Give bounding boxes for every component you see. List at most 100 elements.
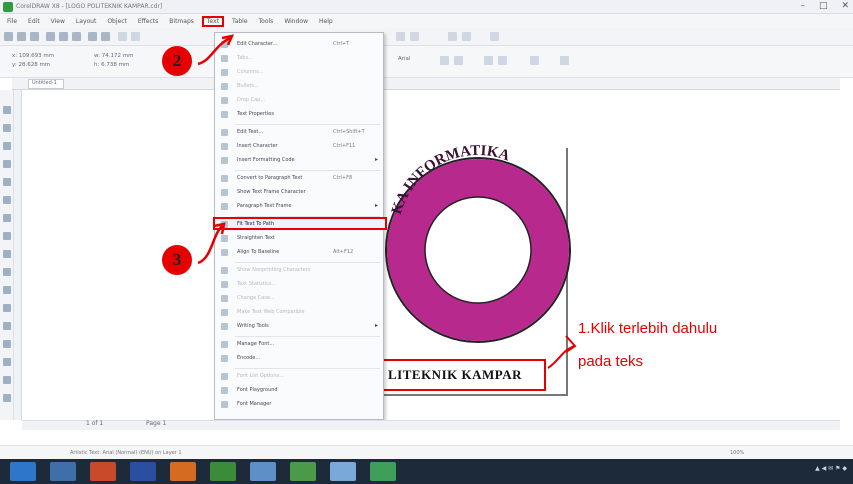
start-button-icon[interactable] (10, 462, 36, 481)
italic-icon[interactable] (454, 56, 463, 65)
copy-icon[interactable] (72, 32, 81, 41)
menu-item-fit-text-to-path[interactable]: Fit Text To Path (213, 217, 387, 230)
freehand-tool-icon[interactable] (3, 178, 11, 186)
zoom-level-icon[interactable] (410, 32, 419, 41)
menu-file[interactable]: File (4, 18, 20, 25)
options-icon[interactable] (448, 32, 457, 41)
menu-text[interactable]: Text (201, 15, 225, 27)
word-icon[interactable] (130, 462, 156, 481)
window-controls: – □ ✕ (800, 1, 849, 11)
menu-item-label: Insert Character (237, 143, 278, 149)
excel-icon[interactable] (210, 462, 236, 481)
menu-effects[interactable]: Effects (135, 18, 161, 25)
text-direction-icon[interactable] (560, 56, 569, 65)
text-menu-item[interactable]: Insert Character Ctrl+F11 (215, 141, 385, 151)
menu-help[interactable]: Help (316, 18, 336, 25)
y-position-field[interactable]: y: 28.628 mm (12, 62, 50, 69)
text-menu-item[interactable]: Text Properties (215, 109, 385, 119)
maximize-button[interactable]: □ (819, 1, 828, 11)
character-format-icon[interactable] (498, 56, 507, 65)
open-icon[interactable] (17, 32, 26, 41)
color-eyedropper-tool-icon[interactable] (3, 358, 11, 366)
status-bar: Artistic Text: Arial (Normal) (ENU) on L… (0, 445, 853, 459)
horizontal-ruler (12, 78, 840, 90)
parallel-dimension-tool-icon[interactable] (3, 286, 11, 294)
text-menu-item[interactable]: Writing Tools ▸ (215, 321, 385, 331)
zoom-tool-icon[interactable] (3, 160, 11, 168)
pick-tool-icon[interactable] (3, 106, 11, 114)
snap-to-icon[interactable] (490, 32, 499, 41)
text-menu-item[interactable]: Edit Character... Ctrl+T (215, 39, 385, 49)
menu-item-label: Font Manager (237, 401, 272, 407)
height-field[interactable]: h: 6.738 mm (94, 62, 129, 69)
menu-item-icon (221, 249, 228, 256)
menu-item-label: Make Text Web Compatible (237, 309, 305, 315)
powerpoint-icon[interactable] (170, 462, 196, 481)
rectangle-tool-icon[interactable] (3, 214, 11, 222)
text-menu-item[interactable]: Manage Font... (215, 339, 385, 349)
smart-fill-tool-icon[interactable] (3, 394, 11, 402)
new-document-icon[interactable] (4, 32, 13, 41)
launch-icon[interactable] (462, 32, 471, 41)
windows-taskbar: ▲ ◀ ✉ ⚑ ◆ (0, 459, 853, 484)
menu-tools[interactable]: Tools (256, 18, 277, 25)
menu-item-icon (221, 281, 228, 288)
menu-item-label: Insert Formatting Code (237, 157, 295, 163)
bold-icon[interactable] (440, 56, 449, 65)
media-player-icon[interactable] (90, 462, 116, 481)
transparency-tool-icon[interactable] (3, 340, 11, 348)
text-menu-item[interactable]: Paragraph Text Frame ▸ (215, 201, 385, 211)
app-icon[interactable] (330, 462, 356, 481)
text-menu-item[interactable]: Font Manager (215, 399, 385, 409)
text-menu-item[interactable]: Straighten Text (215, 233, 385, 243)
text-menu-item[interactable]: Convert to Paragraph Text Ctrl+F8 (215, 173, 385, 183)
x-position-field[interactable]: x: 109.693 mm (12, 53, 54, 60)
crop-tool-icon[interactable] (3, 142, 11, 150)
menu-bitmaps[interactable]: Bitmaps (166, 18, 197, 25)
width-field[interactable]: w: 74.172 mm (94, 53, 134, 60)
close-button[interactable]: ✕ (841, 1, 849, 11)
minimize-button[interactable]: – (800, 1, 805, 11)
snap-icon[interactable] (396, 32, 405, 41)
text-menu-item[interactable]: Show Text Frame Character (215, 187, 385, 197)
text-menu-item[interactable]: Align To Baseline Alt+F12 (215, 247, 385, 257)
text-menu-item[interactable]: Encode... (215, 353, 385, 363)
window-title: CorelDRAW X8 - [LOGO POLITEKNIK KAMPAR.c… (16, 3, 163, 10)
drop-shadow-tool-icon[interactable] (3, 322, 11, 330)
interactive-fill-tool-icon[interactable] (3, 376, 11, 384)
export-icon[interactable] (131, 32, 140, 41)
edit-text-icon[interactable] (530, 56, 539, 65)
undo-icon[interactable] (88, 32, 97, 41)
menu-edit[interactable]: Edit (25, 18, 43, 25)
text-menu-item[interactable]: Font Playground (215, 385, 385, 395)
chrome-icon[interactable] (370, 462, 396, 481)
menu-object[interactable]: Object (104, 18, 130, 25)
artistic-media-tool-icon[interactable] (3, 196, 11, 204)
page-tab[interactable]: Page 1 (146, 420, 166, 427)
redo-icon[interactable] (101, 32, 110, 41)
cut-icon[interactable] (59, 32, 68, 41)
text-menu-item[interactable]: Insert Formatting Code ▸ (215, 155, 385, 165)
ellipse-tool-icon[interactable] (3, 232, 11, 240)
menu-view[interactable]: View (48, 18, 68, 25)
import-icon[interactable] (118, 32, 127, 41)
menu-item-icon (221, 267, 228, 274)
menu-item-shortcut: Ctrl+F11 (333, 143, 356, 149)
menu-table[interactable]: Table (229, 18, 251, 25)
shape-tool-icon[interactable] (3, 124, 11, 132)
font-list[interactable]: Arial (398, 56, 410, 63)
menu-layout[interactable]: Layout (73, 18, 99, 25)
polygon-tool-icon[interactable] (3, 250, 11, 258)
text-menu-item[interactable]: Edit Text... Ctrl+Shift+T (215, 127, 385, 137)
menu-window[interactable]: Window (281, 18, 311, 25)
align-icon[interactable] (484, 56, 493, 65)
text-tool-icon[interactable] (3, 268, 11, 276)
save-icon[interactable] (30, 32, 39, 41)
coreldraw-taskbar-icon[interactable] (290, 462, 316, 481)
document-tab[interactable]: Untitled-1 (28, 79, 64, 89)
connector-tool-icon[interactable] (3, 304, 11, 312)
explorer-icon[interactable] (50, 462, 76, 481)
menu-item-icon (221, 323, 228, 330)
print-icon[interactable] (46, 32, 55, 41)
browser-icon[interactable] (250, 462, 276, 481)
